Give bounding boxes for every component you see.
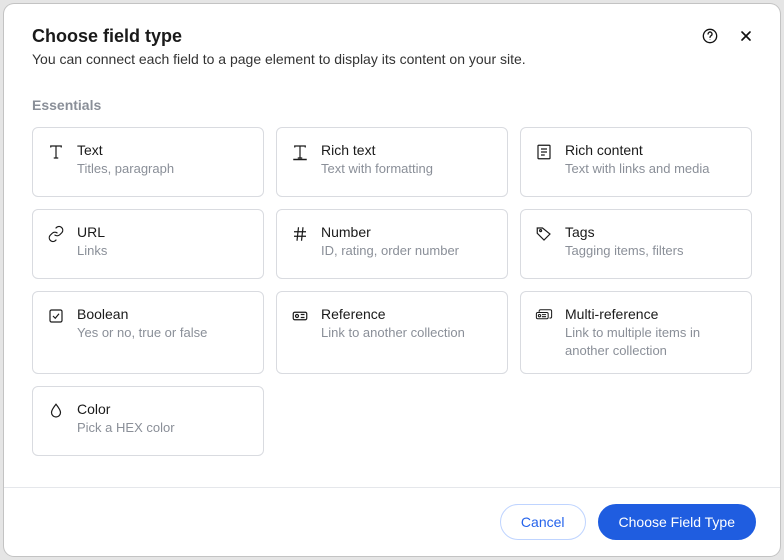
modal-title: Choose field type [32,26,752,47]
color-icon [47,402,65,420]
field-title: Tags [565,224,684,240]
modal-header: Choose field type You can connect each f… [4,4,780,81]
choose-field-type-modal: Choose field type You can connect each f… [4,4,780,556]
multi-reference-icon [535,307,553,325]
field-title: Boolean [77,306,207,322]
rich-content-icon [535,143,553,161]
field-desc: Text with formatting [321,160,433,178]
field-title: URL [77,224,107,240]
field-desc: ID, rating, order number [321,242,459,260]
cancel-button[interactable]: Cancel [500,504,586,540]
field-desc: Link to another collection [321,324,465,342]
field-desc: Pick a HEX color [77,419,175,437]
field-card-boolean[interactable]: Boolean Yes or no, true or false [32,291,264,374]
field-card-multi-reference[interactable]: Multi-reference Link to multiple items i… [520,291,752,374]
field-desc: Text with links and media [565,160,710,178]
field-title: Multi-reference [565,306,737,322]
field-desc: Tagging items, filters [565,242,684,260]
field-card-reference[interactable]: Reference Link to another collection [276,291,508,374]
section-essentials-label: Essentials [32,97,752,113]
tags-icon [535,225,553,243]
number-icon [291,225,309,243]
field-title: Text [77,142,174,158]
choose-field-type-button[interactable]: Choose Field Type [598,504,756,540]
modal-subtitle: You can connect each field to a page ele… [32,51,752,67]
field-desc: Yes or no, true or false [77,324,207,342]
modal-footer: Cancel Choose Field Type [4,487,780,556]
field-card-rich-text[interactable]: Rich text Text with formatting [276,127,508,197]
help-icon[interactable] [700,26,720,46]
field-desc: Links [77,242,107,260]
field-card-tags[interactable]: Tags Tagging items, filters [520,209,752,279]
reference-icon [291,307,309,325]
field-type-grid: Text Titles, paragraph Rich text Text wi… [32,127,752,456]
field-title: Number [321,224,459,240]
close-icon[interactable] [736,26,756,46]
field-card-number[interactable]: Number ID, rating, order number [276,209,508,279]
modal-body: Essentials Text Titles, paragraph Rich t… [4,81,780,487]
field-card-color[interactable]: Color Pick a HEX color [32,386,264,456]
boolean-icon [47,307,65,325]
field-card-url[interactable]: URL Links [32,209,264,279]
rich-text-icon [291,143,309,161]
field-card-rich-content[interactable]: Rich content Text with links and media [520,127,752,197]
field-title: Reference [321,306,465,322]
text-icon [47,143,65,161]
url-icon [47,225,65,243]
field-desc: Link to multiple items in another collec… [565,324,737,359]
field-card-text[interactable]: Text Titles, paragraph [32,127,264,197]
field-title: Rich content [565,142,710,158]
header-actions [700,26,756,46]
field-desc: Titles, paragraph [77,160,174,178]
field-title: Color [77,401,175,417]
field-title: Rich text [321,142,433,158]
